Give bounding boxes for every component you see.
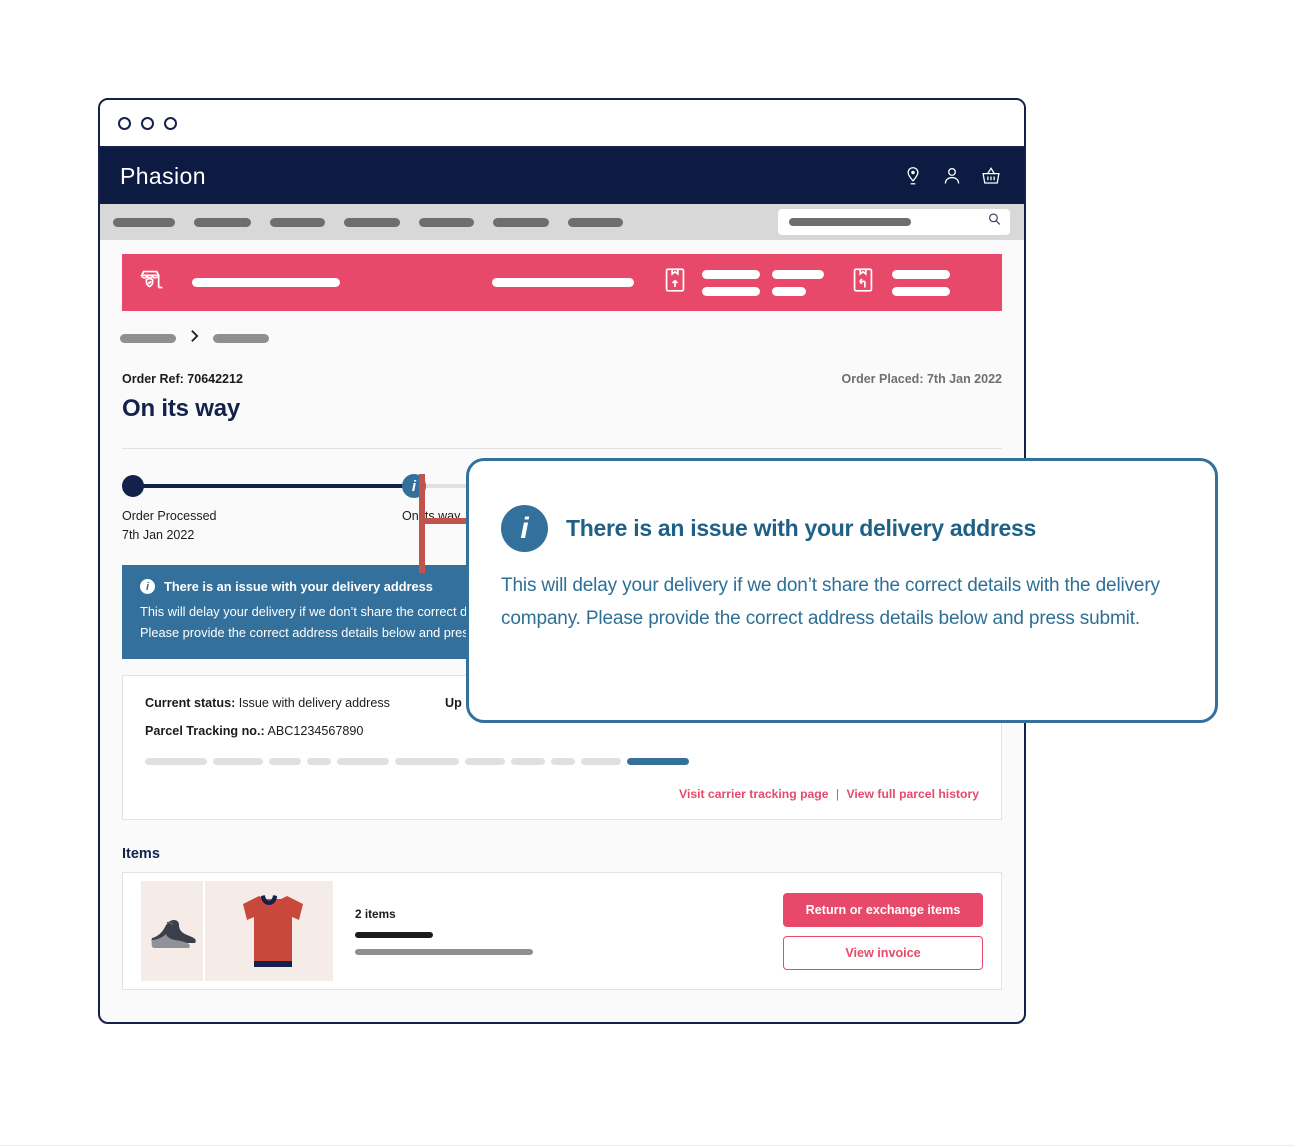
nav-item-4[interactable] (344, 217, 400, 227)
storefront-check-icon (138, 265, 168, 300)
info-icon: i (501, 505, 548, 552)
item-meta: 2 items (355, 907, 783, 956)
nav-item-1[interactable] (113, 217, 175, 227)
nav-item-2[interactable] (194, 217, 251, 227)
view-parcel-history-link[interactable]: View full parcel history (846, 787, 979, 801)
info-callout: i There is an issue with your delivery a… (466, 458, 1218, 723)
tracking-segment-8 (511, 758, 545, 766)
breadcrumb-item-1[interactable] (120, 334, 176, 343)
promo-text-group-2 (772, 269, 824, 296)
timeline-label-order-processed: Order Processed 7th Jan 2022 (122, 507, 322, 546)
location-pin-icon[interactable] (902, 165, 924, 187)
sneaker-thumbnail[interactable] (141, 881, 203, 982)
updated-label: Up (444, 696, 462, 711)
shopping-basket-icon[interactable] (980, 165, 1002, 187)
alert-title: There is an issue with your delivery add… (164, 579, 433, 594)
tracking-segment-current (627, 758, 689, 766)
tracking-number-label: Parcel Tracking no.: (145, 724, 265, 739)
promo-bar-b1 (772, 269, 824, 279)
search-input-value (789, 218, 911, 226)
return-or-exchange-button[interactable]: Return or exchange items (783, 892, 983, 927)
timeline-step-0-date: 7th Jan 2022 (122, 528, 195, 543)
callout-title: There is an issue with your delivery add… (566, 515, 1036, 541)
tracking-segment-10 (581, 758, 621, 766)
view-invoice-button[interactable]: View invoice (783, 935, 983, 970)
promo-bar-c1 (892, 269, 950, 279)
nav-strip (100, 204, 1024, 240)
visit-carrier-tracking-link[interactable]: Visit carrier tracking page (679, 787, 828, 801)
promo-bar-b2 (772, 286, 806, 296)
item-actions: Return or exchange items View invoice (783, 892, 983, 970)
timeline-progress (133, 484, 413, 488)
item-detail-bar-secondary (355, 949, 533, 956)
tshirt-thumbnail[interactable] (205, 881, 333, 982)
item-detail-bar-primary (355, 932, 433, 939)
parcel-return-icon (848, 265, 878, 300)
promo-bar-a2 (702, 286, 760, 296)
info-icon: i (140, 579, 155, 594)
nav-item-6[interactable] (493, 217, 549, 227)
window-dot-3[interactable] (164, 116, 177, 130)
nav-item-5[interactable] (419, 217, 474, 227)
promo-text-bar-1 (192, 278, 340, 287)
current-status-label: Current status: (145, 696, 236, 711)
user-account-icon[interactable] (941, 165, 963, 187)
browser-title-bar (100, 100, 1024, 148)
search-input[interactable] (778, 209, 1010, 235)
nav-item-7[interactable] (568, 217, 623, 227)
search-icon[interactable] (987, 212, 1002, 232)
breadcrumb-item-2[interactable] (213, 334, 269, 343)
header-icon-group (902, 165, 1002, 187)
tracking-segment-5 (337, 758, 389, 766)
items-card: 2 items Return or exchange items View in… (122, 872, 1002, 991)
tracking-segment-4 (307, 758, 331, 766)
promo-text-group-3 (892, 269, 950, 296)
card-link-row: Visit carrier tracking page | View full … (145, 787, 979, 801)
items-section-title: Items (122, 846, 160, 863)
timeline-step-0-label: Order Processed (122, 509, 217, 523)
order-ref: Order Ref: 70642212 (122, 372, 243, 386)
promo-banner[interactable] (122, 254, 1002, 311)
tracking-segment-1 (145, 758, 207, 766)
tracking-segment-3 (269, 758, 301, 766)
breadcrumb (120, 329, 1024, 348)
order-header-row: Order Ref: 70642212 Order Placed: 7th Ja… (122, 372, 1002, 386)
current-status-value: Issue with delivery address (238, 696, 390, 711)
timeline-node-order-processed[interactable] (122, 475, 144, 497)
order-placed-date: Order Placed: 7th Jan 2022 (841, 372, 1003, 386)
promo-text-bar-2 (492, 278, 634, 287)
parcel-send-icon (660, 265, 690, 300)
brand-logo[interactable]: Phasion (120, 163, 206, 190)
tracking-segment-9 (551, 758, 575, 766)
promo-text-group-1 (702, 269, 760, 296)
tracking-number-row: Parcel Tracking no.: ABC1234567890 (145, 724, 979, 738)
page-title: On its way (122, 395, 241, 422)
promo-bar-a1 (702, 269, 760, 279)
screenshot-stage: Phasion Order Ref: 70642212 Order Placed… (0, 0, 1294, 1146)
divider (122, 448, 1002, 449)
link-separator: | (835, 787, 840, 802)
tracking-segment-6 (395, 758, 459, 766)
item-count-label: 2 items (355, 907, 396, 922)
window-dot-2[interactable] (141, 116, 154, 130)
tracking-segment-2 (213, 758, 263, 766)
chevron-right-icon (190, 329, 199, 348)
promo-bar-c2 (892, 286, 950, 296)
callout-body: This will delay your delivery if we don’… (501, 575, 1160, 629)
callout-header: i There is an issue with your delivery a… (501, 505, 1175, 552)
site-header: Phasion (100, 148, 1024, 204)
window-dot-1[interactable] (118, 116, 131, 130)
tracking-progress-bar (145, 758, 979, 766)
nav-item-3[interactable] (270, 217, 325, 227)
tracking-segment-7 (465, 758, 505, 766)
tracking-number-value: ABC1234567890 (267, 724, 364, 739)
